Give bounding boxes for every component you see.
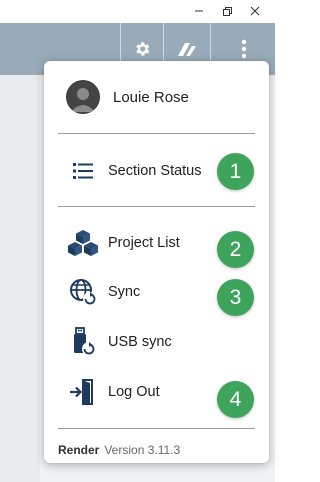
cubes-icon <box>66 226 100 260</box>
menu-item-label: Sync <box>108 284 141 300</box>
more-vertical-icon <box>241 39 246 59</box>
version-text: Version 3.11.3 <box>104 443 181 457</box>
menu-item-label: Project List <box>108 235 180 251</box>
user-profile[interactable]: Louie Rose <box>66 79 189 115</box>
brand-name: Render <box>58 443 100 457</box>
logout-icon <box>66 375 100 409</box>
step-badge-4: 4 <box>217 381 254 418</box>
close-window-icon[interactable] <box>248 4 262 18</box>
avatar <box>66 80 100 114</box>
side-panel <box>0 75 40 482</box>
logo-icon <box>178 43 196 56</box>
menu-item-label: Log Out <box>108 384 160 400</box>
menu-item-project-list[interactable]: Project List <box>66 226 180 260</box>
list-icon <box>66 154 100 188</box>
divider <box>58 428 255 429</box>
window-title-bar <box>0 0 275 23</box>
step-badge-1: 1 <box>217 153 254 190</box>
menu-item-label: USB sync <box>108 334 172 350</box>
menu-item-usb-sync[interactable]: USB sync <box>66 325 172 359</box>
gear-icon <box>136 42 150 56</box>
version-footer: Render Version 3.11.3 <box>58 443 180 457</box>
divider <box>58 133 255 134</box>
user-name: Louie Rose <box>113 88 189 106</box>
user-dropdown-menu: Louie Rose Section Status Project List S… <box>44 61 269 463</box>
restore-icon[interactable] <box>220 4 234 18</box>
step-badge-3: 3 <box>217 279 254 316</box>
divider <box>58 206 255 207</box>
usb-sync-icon <box>66 325 100 359</box>
menu-item-label: Section Status <box>108 163 202 179</box>
globe-sync-icon <box>66 275 100 309</box>
menu-item-section-status[interactable]: Section Status <box>66 154 202 188</box>
minimize-icon[interactable] <box>192 4 206 18</box>
step-badge-2: 2 <box>217 231 254 268</box>
menu-item-sync[interactable]: Sync <box>66 275 140 309</box>
menu-item-log-out[interactable]: Log Out <box>66 375 160 409</box>
